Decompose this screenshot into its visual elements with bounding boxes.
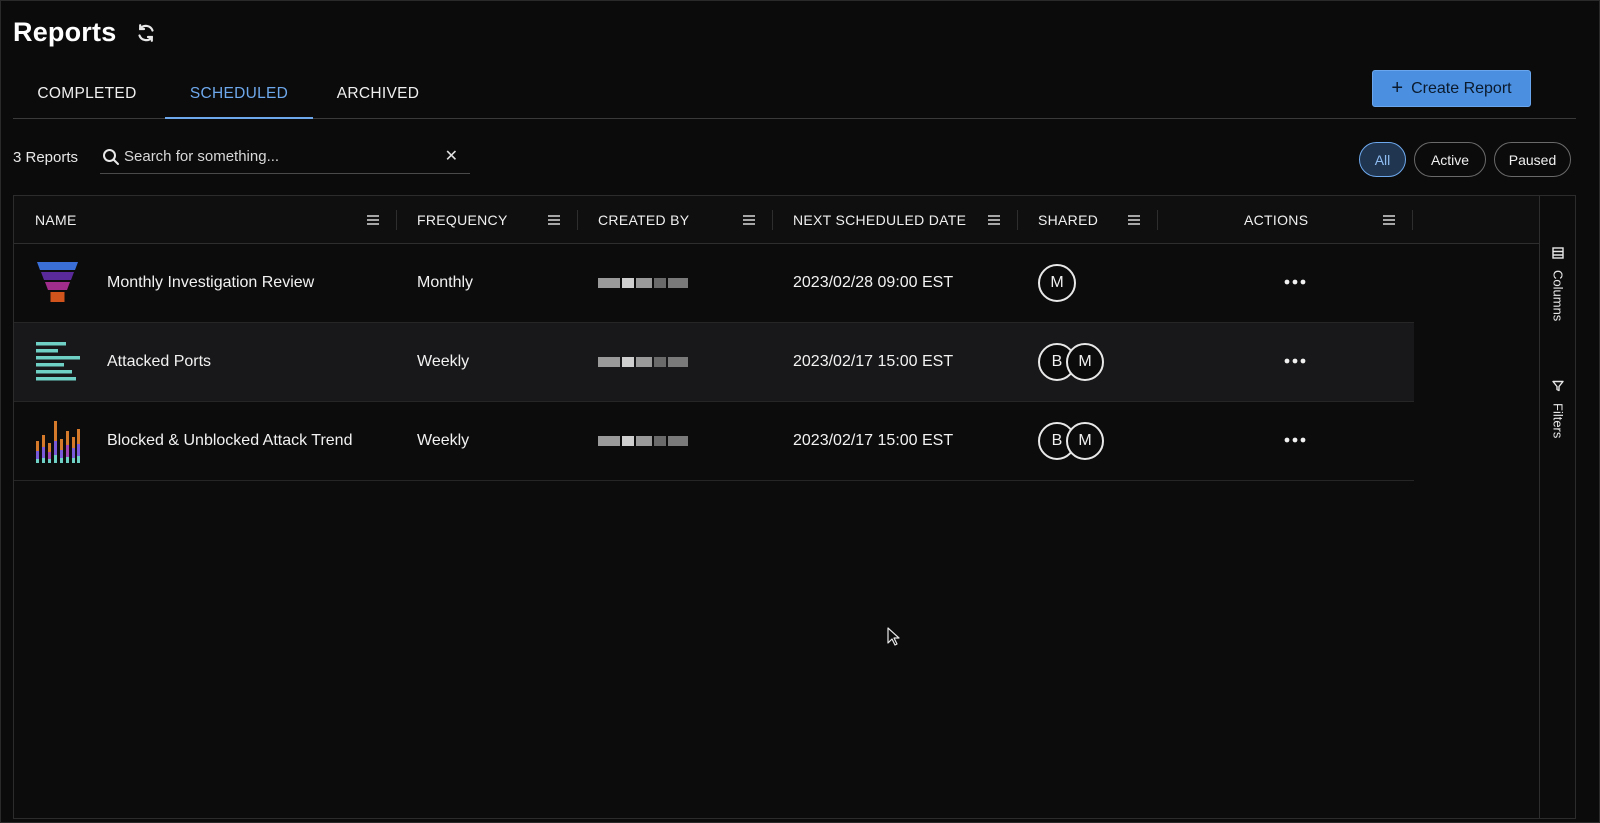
title-row: Reports: [13, 17, 158, 48]
filters-label: Filters: [1550, 403, 1566, 439]
columns-panel-button[interactable]: Columns: [1540, 246, 1576, 321]
filter-icon: [1552, 379, 1564, 397]
column-header-created-by[interactable]: CREATED BY: [598, 196, 689, 244]
column-menu-icon[interactable]: [1127, 213, 1141, 225]
tab-scheduled[interactable]: SCHEDULED: [165, 85, 313, 119]
report-name[interactable]: Blocked & Unblocked Attack Trend: [107, 402, 352, 480]
shared-avatars: M: [1038, 244, 1076, 322]
reports-page: Reports COMPLETED SCHEDULED ARCHIVED + C…: [0, 0, 1600, 823]
avatar[interactable]: M: [1066, 343, 1104, 381]
shared-avatars: B M: [1038, 323, 1104, 401]
search-box: ✕: [100, 140, 470, 174]
next-scheduled-date: 2023/02/28 09:00 EST: [793, 274, 954, 291]
more-actions-icon[interactable]: [1284, 272, 1306, 285]
search-input[interactable]: [124, 144, 434, 168]
page-title: Reports: [13, 17, 117, 47]
status-filter-group: All Active Paused: [1359, 142, 1571, 177]
funnel-chart-icon: [34, 259, 80, 305]
column-header-next-scheduled-date[interactable]: NEXT SCHEDULED DATE: [793, 196, 966, 244]
column-header-frequency[interactable]: FREQUENCY: [417, 196, 508, 244]
mouse-cursor-icon: [887, 627, 901, 647]
created-by-redacted: [598, 244, 688, 322]
columns-icon: [1552, 246, 1564, 264]
more-actions-icon[interactable]: [1284, 351, 1306, 364]
plus-icon: +: [1391, 76, 1404, 99]
horizontal-bar-chart-icon: [34, 338, 80, 384]
tab-archived[interactable]: ARCHIVED: [323, 85, 433, 119]
search-icon: [102, 148, 120, 166]
clear-search-icon[interactable]: ✕: [445, 146, 458, 166]
shared-avatars: B M: [1038, 402, 1104, 480]
tab-bar: COMPLETED SCHEDULED ARCHIVED + Create Re…: [13, 70, 1576, 119]
report-name[interactable]: Monthly Investigation Review: [107, 244, 314, 322]
table-header: NAME FREQUENCY CREATED BY NEXT SCHEDULED…: [14, 196, 1539, 244]
avatar[interactable]: M: [1038, 264, 1076, 302]
column-header-actions[interactable]: ACTIONS: [1244, 196, 1308, 244]
filter-all[interactable]: All: [1359, 142, 1406, 177]
filter-paused[interactable]: Paused: [1494, 142, 1571, 177]
report-frequency: Monthly: [417, 274, 474, 291]
column-separator[interactable]: [772, 210, 773, 230]
column-menu-icon[interactable]: [366, 213, 380, 225]
filters-panel-button[interactable]: Filters: [1540, 379, 1576, 438]
column-menu-icon[interactable]: [1382, 213, 1396, 225]
created-by-redacted: [598, 323, 688, 401]
columns-label: Columns: [1550, 270, 1566, 322]
reports-table: NAME FREQUENCY CREATED BY NEXT SCHEDULED…: [13, 195, 1576, 819]
next-scheduled-date: 2023/02/17 15:00 EST: [793, 353, 954, 370]
report-name[interactable]: Attacked Ports: [107, 323, 211, 401]
report-frequency: Weekly: [417, 353, 470, 370]
column-separator[interactable]: [1017, 210, 1018, 230]
column-menu-icon[interactable]: [987, 213, 1001, 225]
report-frequency: Weekly: [417, 432, 470, 449]
column-separator[interactable]: [396, 210, 397, 230]
table-row[interactable]: Monthly Investigation Review Monthly 202…: [14, 244, 1414, 323]
column-separator[interactable]: [577, 210, 578, 230]
column-separator[interactable]: [1157, 210, 1158, 230]
refresh-icon[interactable]: [134, 21, 158, 45]
create-report-label: Create Report: [1411, 79, 1512, 97]
table-row[interactable]: Attacked Ports Weekly 2023/02/17 15:00 E…: [14, 323, 1414, 402]
table-row[interactable]: Blocked & Unblocked Attack Trend Weekly …: [14, 402, 1414, 481]
create-report-button[interactable]: + Create Report: [1372, 70, 1531, 107]
column-menu-icon[interactable]: [547, 213, 561, 225]
column-separator[interactable]: [1412, 210, 1413, 230]
more-actions-icon[interactable]: [1284, 430, 1306, 443]
side-tool-panel: Columns Filters: [1539, 196, 1575, 818]
created-by-redacted: [598, 402, 688, 480]
column-menu-icon[interactable]: [742, 213, 756, 225]
next-scheduled-date: 2023/02/17 15:00 EST: [793, 432, 954, 449]
avatar[interactable]: M: [1066, 422, 1104, 460]
column-header-shared[interactable]: SHARED: [1038, 196, 1098, 244]
tab-completed[interactable]: COMPLETED: [13, 85, 161, 119]
filter-active[interactable]: Active: [1414, 142, 1486, 177]
stacked-bar-chart-icon: [34, 417, 80, 463]
column-header-name[interactable]: NAME: [35, 196, 77, 244]
report-count: 3 Reports: [13, 149, 79, 166]
